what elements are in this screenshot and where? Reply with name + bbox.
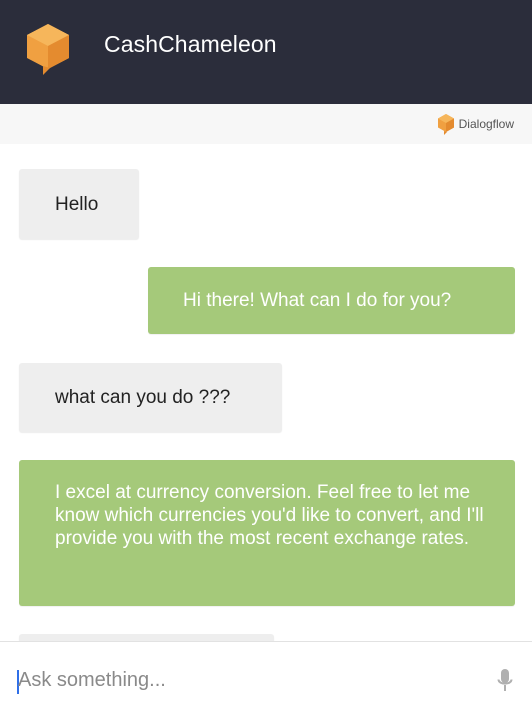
dialogflow-label: Dialogflow <box>458 117 514 131</box>
brand-bar: Dialogflow <box>0 104 532 144</box>
bot-message: I excel at currency conversion. Feel fre… <box>19 460 515 606</box>
app-title: CashChameleon <box>104 31 277 57</box>
app-header: CashChameleon <box>0 0 532 104</box>
user-message: Hello <box>19 169 139 239</box>
dialogflow-logo-icon <box>437 114 454 135</box>
message-text: I excel at currency conversion. Feel fre… <box>55 482 484 549</box>
message-text: what can you do ??? <box>55 387 231 408</box>
chat-messages[interactable]: Hello Hi there! What can I do for you? w… <box>0 144 532 641</box>
user-message: what can you do ??? <box>19 363 282 432</box>
chat-logo-icon <box>27 24 69 75</box>
composer-bar <box>0 641 532 711</box>
message-text: Hello <box>55 194 99 215</box>
message-text: Hi there! What can I do for you? <box>183 290 452 311</box>
dialogflow-brand[interactable]: Dialogflow <box>437 113 514 135</box>
microphone-icon[interactable] <box>497 668 513 694</box>
bot-message: Hi there! What can I do for you? <box>148 267 515 334</box>
message-input[interactable] <box>18 669 458 692</box>
partial-message <box>19 634 274 641</box>
